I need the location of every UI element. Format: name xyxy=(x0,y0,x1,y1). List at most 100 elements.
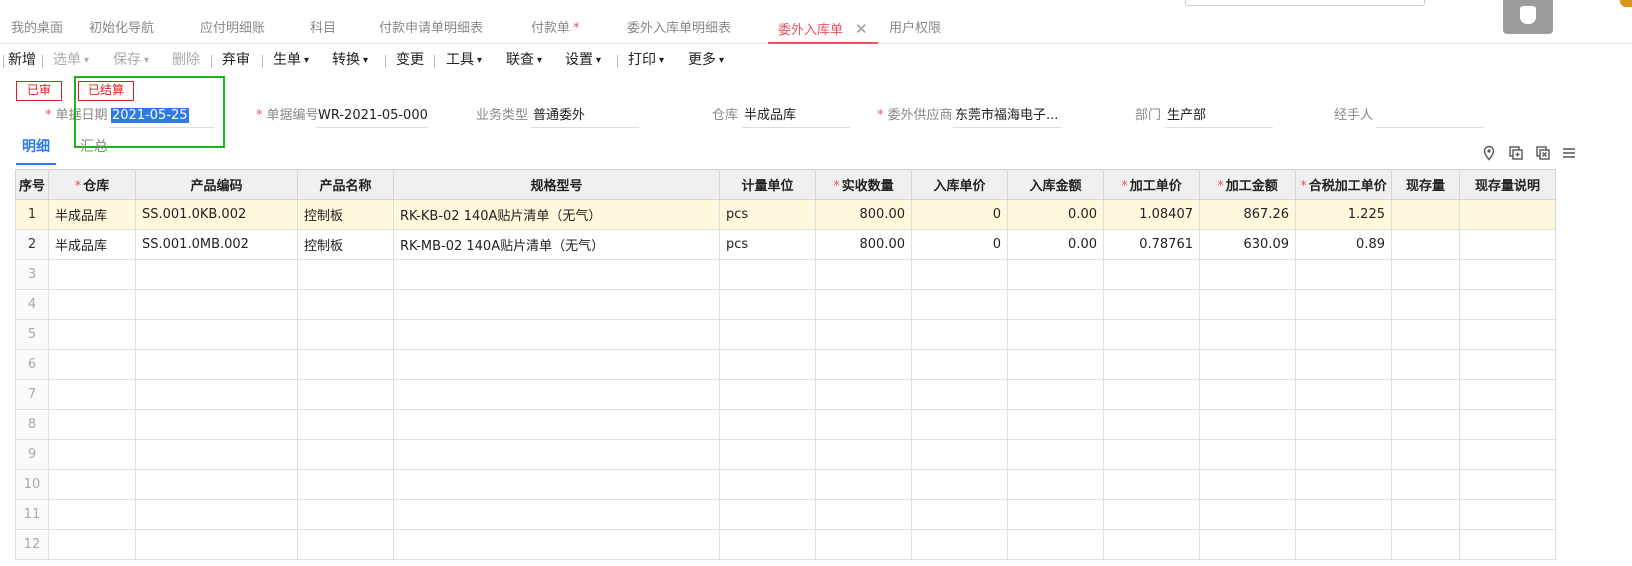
col-header-product-code[interactable]: 产品编码 xyxy=(135,169,298,200)
table-cell[interactable] xyxy=(1391,319,1460,350)
table-cell[interactable] xyxy=(911,259,1008,290)
table-cell[interactable] xyxy=(48,529,136,560)
table-cell[interactable] xyxy=(393,439,720,470)
table-cell[interactable] xyxy=(911,439,1008,470)
table-cell[interactable]: 0.89 xyxy=(1295,229,1392,260)
table-cell[interactable] xyxy=(1007,529,1104,560)
warehouse-field[interactable]: 半成品库 xyxy=(742,106,850,128)
table-cell[interactable] xyxy=(1391,229,1460,260)
table-cell[interactable] xyxy=(1199,349,1296,380)
tab-payment-order[interactable]: 付款单 * xyxy=(531,19,580,44)
table-cell[interactable] xyxy=(135,379,298,410)
table-cell[interactable] xyxy=(719,379,816,410)
table-cell[interactable] xyxy=(911,409,1008,440)
table-cell[interactable] xyxy=(719,349,816,380)
table-cell[interactable] xyxy=(297,379,394,410)
handler-field[interactable] xyxy=(1376,106,1484,128)
col-header-product-name[interactable]: 产品名称 xyxy=(297,169,394,200)
table-cell[interactable]: 控制板 xyxy=(297,229,394,260)
table-cell[interactable] xyxy=(1103,529,1200,560)
tab-summary[interactable]: 汇总 xyxy=(80,137,108,157)
table-cell[interactable] xyxy=(1459,199,1556,230)
col-header-unit[interactable]: 计量单位 xyxy=(719,169,816,200)
table-cell[interactable] xyxy=(135,349,298,380)
table-cell[interactable] xyxy=(297,409,394,440)
table-cell[interactable]: 0 xyxy=(911,199,1008,230)
table-cell[interactable] xyxy=(1391,259,1460,290)
table-cell[interactable] xyxy=(135,409,298,440)
table-cell[interactable] xyxy=(48,499,136,530)
table-cell[interactable]: 0.00 xyxy=(1007,199,1104,230)
table-cell[interactable] xyxy=(1459,289,1556,320)
table-cell[interactable] xyxy=(48,409,136,440)
table-cell[interactable]: 0.78761 xyxy=(1103,229,1200,260)
table-cell[interactable]: 半成品库 xyxy=(48,199,136,230)
change-button[interactable]: 变更 xyxy=(396,50,424,70)
table-cell[interactable] xyxy=(1391,289,1460,320)
table-cell[interactable] xyxy=(393,289,720,320)
table-cell[interactable] xyxy=(1199,499,1296,530)
table-cell[interactable] xyxy=(719,499,816,530)
table-cell[interactable] xyxy=(1295,469,1392,500)
table-cell[interactable] xyxy=(911,289,1008,320)
table-cell[interactable] xyxy=(719,529,816,560)
table-cell[interactable] xyxy=(1007,289,1104,320)
close-icon[interactable]: ✕ xyxy=(855,20,868,38)
doc-no-field[interactable]: WR-2021-05-0003 xyxy=(316,106,428,128)
tab-outsource-receipt-detail[interactable]: 委外入库单明细表 xyxy=(627,19,731,44)
table-cell[interactable] xyxy=(1199,379,1296,410)
tab-accounts[interactable]: 科目 xyxy=(310,19,336,44)
table-cell[interactable] xyxy=(815,349,912,380)
table-cell[interactable] xyxy=(1295,379,1392,410)
table-row[interactable]: 9 xyxy=(15,439,1556,470)
table-cell[interactable] xyxy=(1459,529,1556,560)
table-cell[interactable]: 0.00 xyxy=(1007,229,1104,260)
table-cell[interactable]: pcs xyxy=(719,199,816,230)
table-cell[interactable]: 800.00 xyxy=(815,199,912,230)
supplier-field[interactable]: 东莞市福海电子... xyxy=(953,106,1061,128)
table-cell[interactable] xyxy=(911,349,1008,380)
table-cell[interactable] xyxy=(48,289,136,320)
table-cell[interactable] xyxy=(297,499,394,530)
table-cell[interactable] xyxy=(297,349,394,380)
table-cell[interactable] xyxy=(1199,439,1296,470)
table-cell[interactable] xyxy=(719,289,816,320)
table-cell[interactable] xyxy=(1199,469,1296,500)
table-cell[interactable] xyxy=(1391,349,1460,380)
table-cell[interactable] xyxy=(297,469,394,500)
table-cell[interactable] xyxy=(911,469,1008,500)
table-row[interactable]: 10 xyxy=(15,469,1556,500)
table-row[interactable]: 5 xyxy=(15,319,1556,350)
tab-payment-request-detail[interactable]: 付款申请单明细表 xyxy=(379,19,483,44)
table-cell[interactable] xyxy=(911,499,1008,530)
table-cell[interactable]: pcs xyxy=(719,229,816,260)
table-row[interactable]: 6 xyxy=(15,349,1556,380)
table-cell[interactable] xyxy=(1295,499,1392,530)
table-cell[interactable]: 800.00 xyxy=(815,229,912,260)
settings-button[interactable]: 设置 ▾ xyxy=(565,50,601,72)
table-cell[interactable]: RK-MB-02 140A贴片清单（无气） xyxy=(393,229,720,260)
table-cell[interactable] xyxy=(719,439,816,470)
table-cell[interactable] xyxy=(48,349,136,380)
table-cell[interactable] xyxy=(393,379,720,410)
convert-button[interactable]: 转换 ▾ xyxy=(332,50,368,72)
table-cell[interactable] xyxy=(1391,199,1460,230)
col-header-tax-proc-price[interactable]: * 合税加工单价 xyxy=(1295,169,1392,200)
table-row[interactable]: 3 xyxy=(15,259,1556,290)
table-cell[interactable] xyxy=(815,499,912,530)
table-cell[interactable] xyxy=(1007,319,1104,350)
table-cell[interactable] xyxy=(48,439,136,470)
table-cell[interactable] xyxy=(48,469,136,500)
table-cell[interactable] xyxy=(1295,259,1392,290)
table-cell[interactable] xyxy=(1007,349,1104,380)
table-cell[interactable] xyxy=(1007,499,1104,530)
table-cell[interactable] xyxy=(135,259,298,290)
col-header-proc-price[interactable]: * 加工单价 xyxy=(1103,169,1200,200)
table-cell[interactable] xyxy=(135,289,298,320)
col-header-spec[interactable]: 规格型号 xyxy=(393,169,720,200)
table-cell[interactable] xyxy=(1391,439,1460,470)
delete-row-icon[interactable] xyxy=(1535,145,1551,161)
table-cell[interactable]: 0 xyxy=(911,229,1008,260)
col-header-stock[interactable]: 现存量 xyxy=(1391,169,1460,200)
save-button[interactable]: 保存 ▾ xyxy=(113,50,149,72)
